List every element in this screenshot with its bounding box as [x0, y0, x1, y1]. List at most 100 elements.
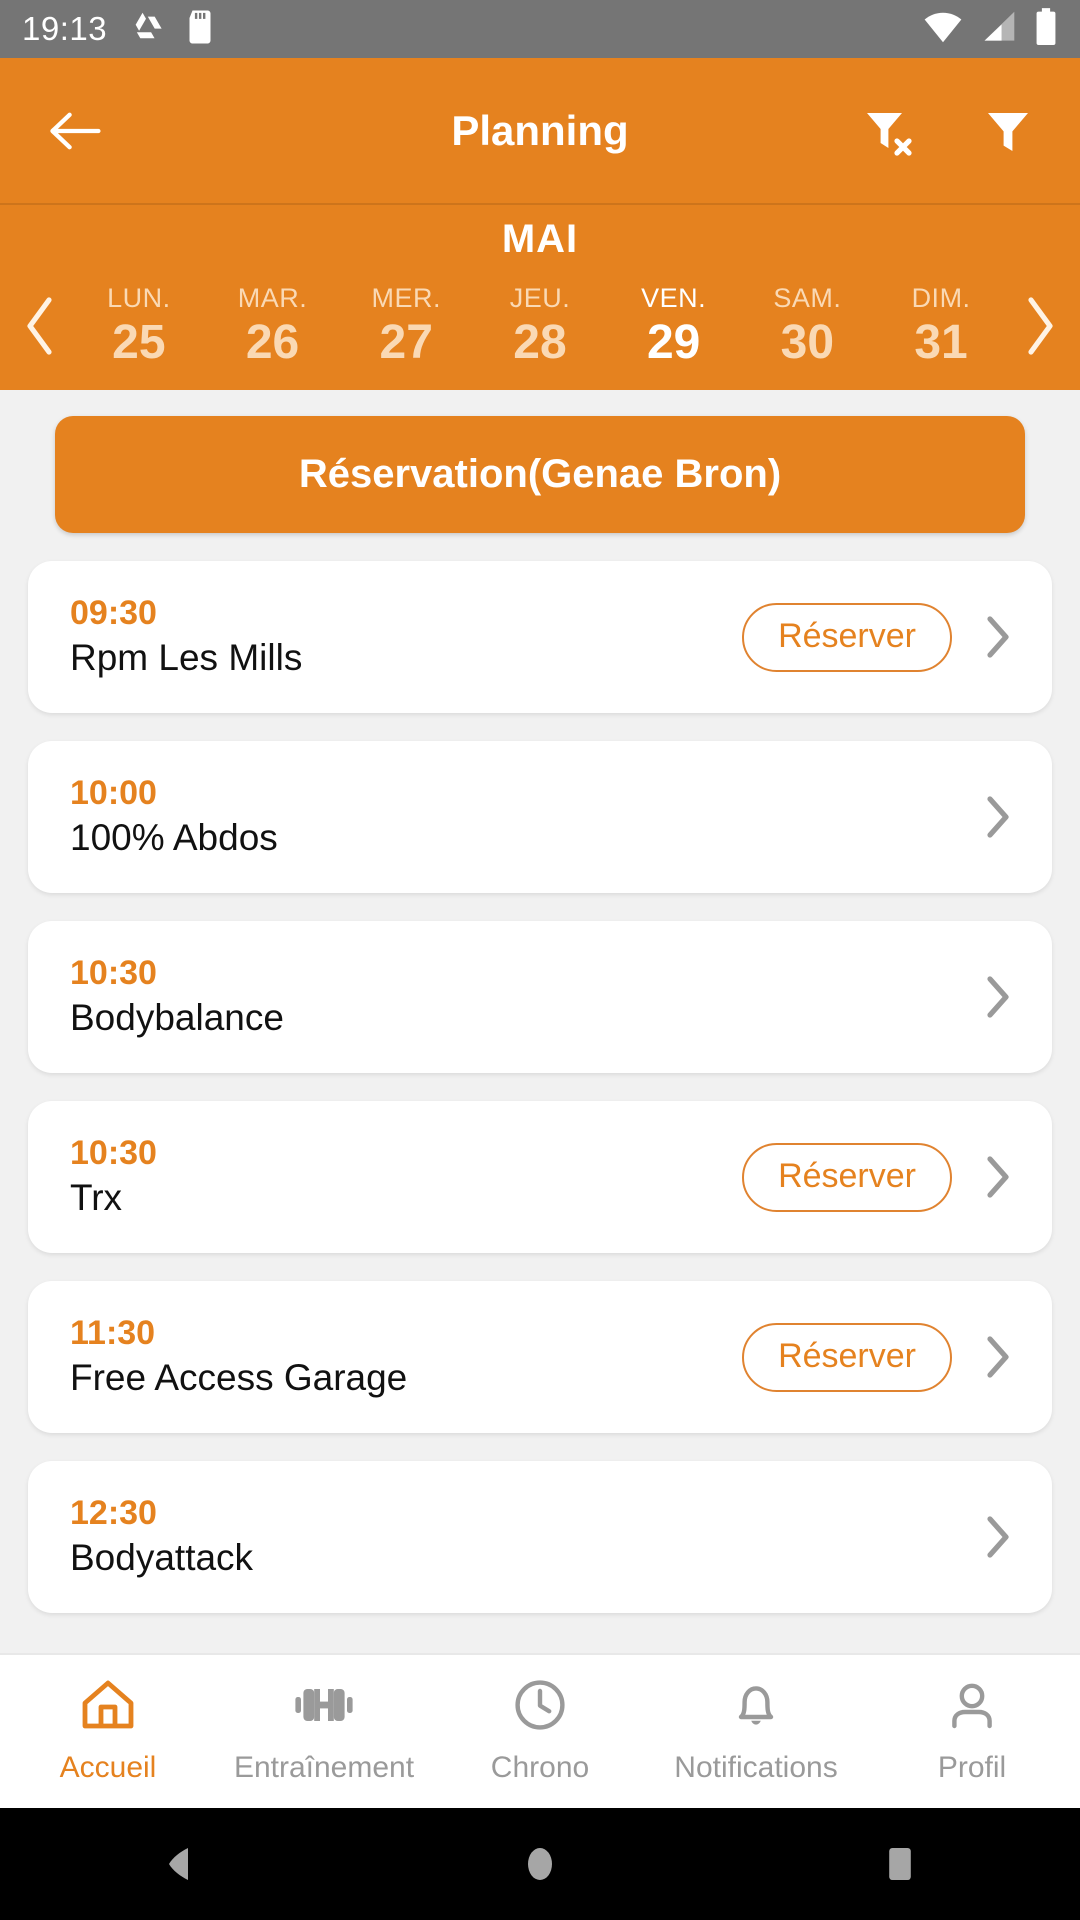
chevron-right-icon[interactable]: [978, 613, 1018, 661]
class-name: Free Access Garage: [70, 1357, 408, 1399]
home-icon: [80, 1678, 136, 1737]
day-cell-sam[interactable]: SAM. 30: [753, 282, 861, 370]
nav-item-notifications[interactable]: Notifications: [648, 1678, 864, 1785]
chevron-right-icon[interactable]: [978, 1153, 1018, 1201]
class-info: 10:30 Trx: [70, 1133, 157, 1219]
day-number-label: 27: [379, 315, 433, 369]
reservation-banner-button[interactable]: Réservation(Genae Bron): [55, 416, 1025, 533]
next-week-button[interactable]: [1008, 294, 1070, 358]
class-card[interactable]: 10:30 Trx Réserver: [28, 1101, 1052, 1253]
person-icon: [944, 1678, 1000, 1737]
reserve-button[interactable]: Réserver: [742, 602, 952, 672]
day-cell-mer[interactable]: MER. 27: [352, 282, 460, 370]
day-number-label: 30: [780, 315, 835, 369]
day-number-label: 31: [914, 315, 968, 369]
status-bar-system-icons: [922, 7, 1058, 51]
class-info: 10:00 100% Abdos: [70, 773, 278, 859]
status-bar: 19:13: [0, 0, 1080, 58]
day-number-label: 28: [513, 315, 567, 369]
phone-screen: 19:13 Planning MAI LUN. 25 MAR. 26 MER. …: [0, 0, 1080, 1920]
class-info: 12:30 Bodyattack: [70, 1493, 254, 1579]
class-time: 11:30: [70, 1313, 156, 1352]
nav-item-accueil[interactable]: Accueil: [0, 1678, 216, 1785]
class-card-actions: Réserver: [742, 602, 1018, 672]
android-home-button[interactable]: [470, 1808, 610, 1920]
day-cell-ven-selected[interactable]: VEN. 29: [620, 282, 728, 370]
app-bar-actions: [856, 99, 1040, 163]
day-cell-jeu[interactable]: JEU. 28: [486, 282, 594, 370]
chevron-right-icon[interactable]: [978, 1513, 1018, 1561]
class-name: 100% Abdos: [70, 817, 278, 859]
class-card-actions: [978, 1513, 1018, 1561]
class-name: Rpm Les Mills: [70, 637, 303, 679]
nav-label: Profil: [937, 1751, 1007, 1784]
nav-label: Notifications: [674, 1751, 838, 1784]
day-of-week-label: DIM.: [911, 283, 971, 314]
chevron-right-icon[interactable]: [978, 1333, 1018, 1381]
class-time: 12:30: [70, 1493, 157, 1532]
date-strip: MAI LUN. 25 MAR. 26 MER. 27 JEU. 28 VEN.…: [0, 203, 1080, 390]
battery-icon: [1034, 7, 1058, 51]
class-card[interactable]: 12:30 Bodyattack: [28, 1461, 1052, 1613]
class-name: Trx: [70, 1177, 123, 1219]
google-drive-icon: [131, 9, 167, 50]
nav-item-profil[interactable]: Profil: [864, 1678, 1080, 1785]
sd-card-icon: [185, 9, 215, 50]
filter-icon[interactable]: [976, 99, 1040, 163]
class-time: 10:30: [70, 1133, 157, 1172]
reservation-banner-label: Réservation(Genae Bron): [298, 452, 782, 496]
dumbbell-icon: [293, 1678, 355, 1737]
class-name: Bodyattack: [70, 1537, 254, 1579]
class-time: 10:30: [70, 953, 157, 992]
day-number-label: 25: [112, 315, 166, 369]
class-time: 09:30: [70, 593, 157, 632]
back-button[interactable]: [40, 96, 110, 166]
nav-label: Accueil: [59, 1751, 157, 1784]
day-number-label: 29: [646, 315, 701, 369]
class-card[interactable]: 10:00 100% Abdos: [28, 741, 1052, 893]
chevron-right-icon[interactable]: [978, 793, 1018, 841]
day-cell-mar[interactable]: MAR. 26: [219, 282, 327, 370]
android-recents-button[interactable]: [830, 1808, 970, 1920]
days-row: LUN. 25 MAR. 26 MER. 27 JEU. 28 VEN. 29 …: [0, 262, 1080, 390]
reserve-button[interactable]: Réserver: [742, 1142, 952, 1212]
nav-item-entrainement[interactable]: Entraînement: [216, 1678, 432, 1785]
android-navigation-bar: [0, 1808, 1080, 1920]
status-bar-clock: 19:13: [22, 10, 108, 47]
class-name: Bodybalance: [70, 997, 284, 1039]
nav-item-chrono[interactable]: Chrono: [432, 1678, 648, 1785]
cell-signal-icon: [980, 10, 1018, 49]
class-time: 10:00: [70, 773, 157, 812]
class-info: 10:30 Bodybalance: [70, 953, 284, 1039]
reserve-button[interactable]: Réserver: [742, 1322, 952, 1392]
day-number-label: 26: [245, 315, 300, 369]
class-card-actions: [978, 793, 1018, 841]
month-label: MAI: [501, 217, 579, 261]
nav-label: Entraînement: [233, 1751, 415, 1784]
day-of-week-label: JEU.: [509, 283, 571, 314]
days-list: LUN. 25 MAR. 26 MER. 27 JEU. 28 VEN. 29 …: [72, 282, 1008, 370]
day-of-week-label: LUN.: [107, 283, 171, 314]
android-back-button[interactable]: [110, 1808, 250, 1920]
day-of-week-label: MAR.: [237, 283, 308, 314]
class-card-actions: [978, 973, 1018, 1021]
app-bar: Planning: [0, 58, 1080, 203]
wifi-icon: [922, 10, 964, 49]
clear-filter-icon[interactable]: [856, 99, 920, 163]
day-cell-lun[interactable]: LUN. 25: [85, 282, 193, 370]
nav-label: Chrono: [490, 1751, 590, 1784]
clock-icon: [512, 1678, 568, 1737]
day-cell-dim[interactable]: DIM. 31: [887, 282, 995, 370]
chevron-right-icon[interactable]: [978, 973, 1018, 1021]
day-of-week-label: VEN.: [641, 283, 707, 314]
class-card-actions: Réserver: [742, 1142, 1018, 1212]
previous-week-button[interactable]: [10, 294, 72, 358]
class-card[interactable]: 10:30 Bodybalance: [28, 921, 1052, 1073]
class-info: 09:30 Rpm Les Mills: [70, 593, 303, 679]
schedule-list[interactable]: Réservation(Genae Bron) 09:30 Rpm Les Mi…: [0, 390, 1080, 1653]
bottom-navigation-bar: Accueil Entraînement Chrono Notification…: [0, 1653, 1080, 1808]
class-card[interactable]: 09:30 Rpm Les Mills Réserver: [28, 561, 1052, 713]
day-of-week-label: SAM.: [773, 283, 842, 314]
class-card[interactable]: 11:30 Free Access Garage Réserver: [28, 1281, 1052, 1433]
bell-icon: [728, 1678, 784, 1737]
